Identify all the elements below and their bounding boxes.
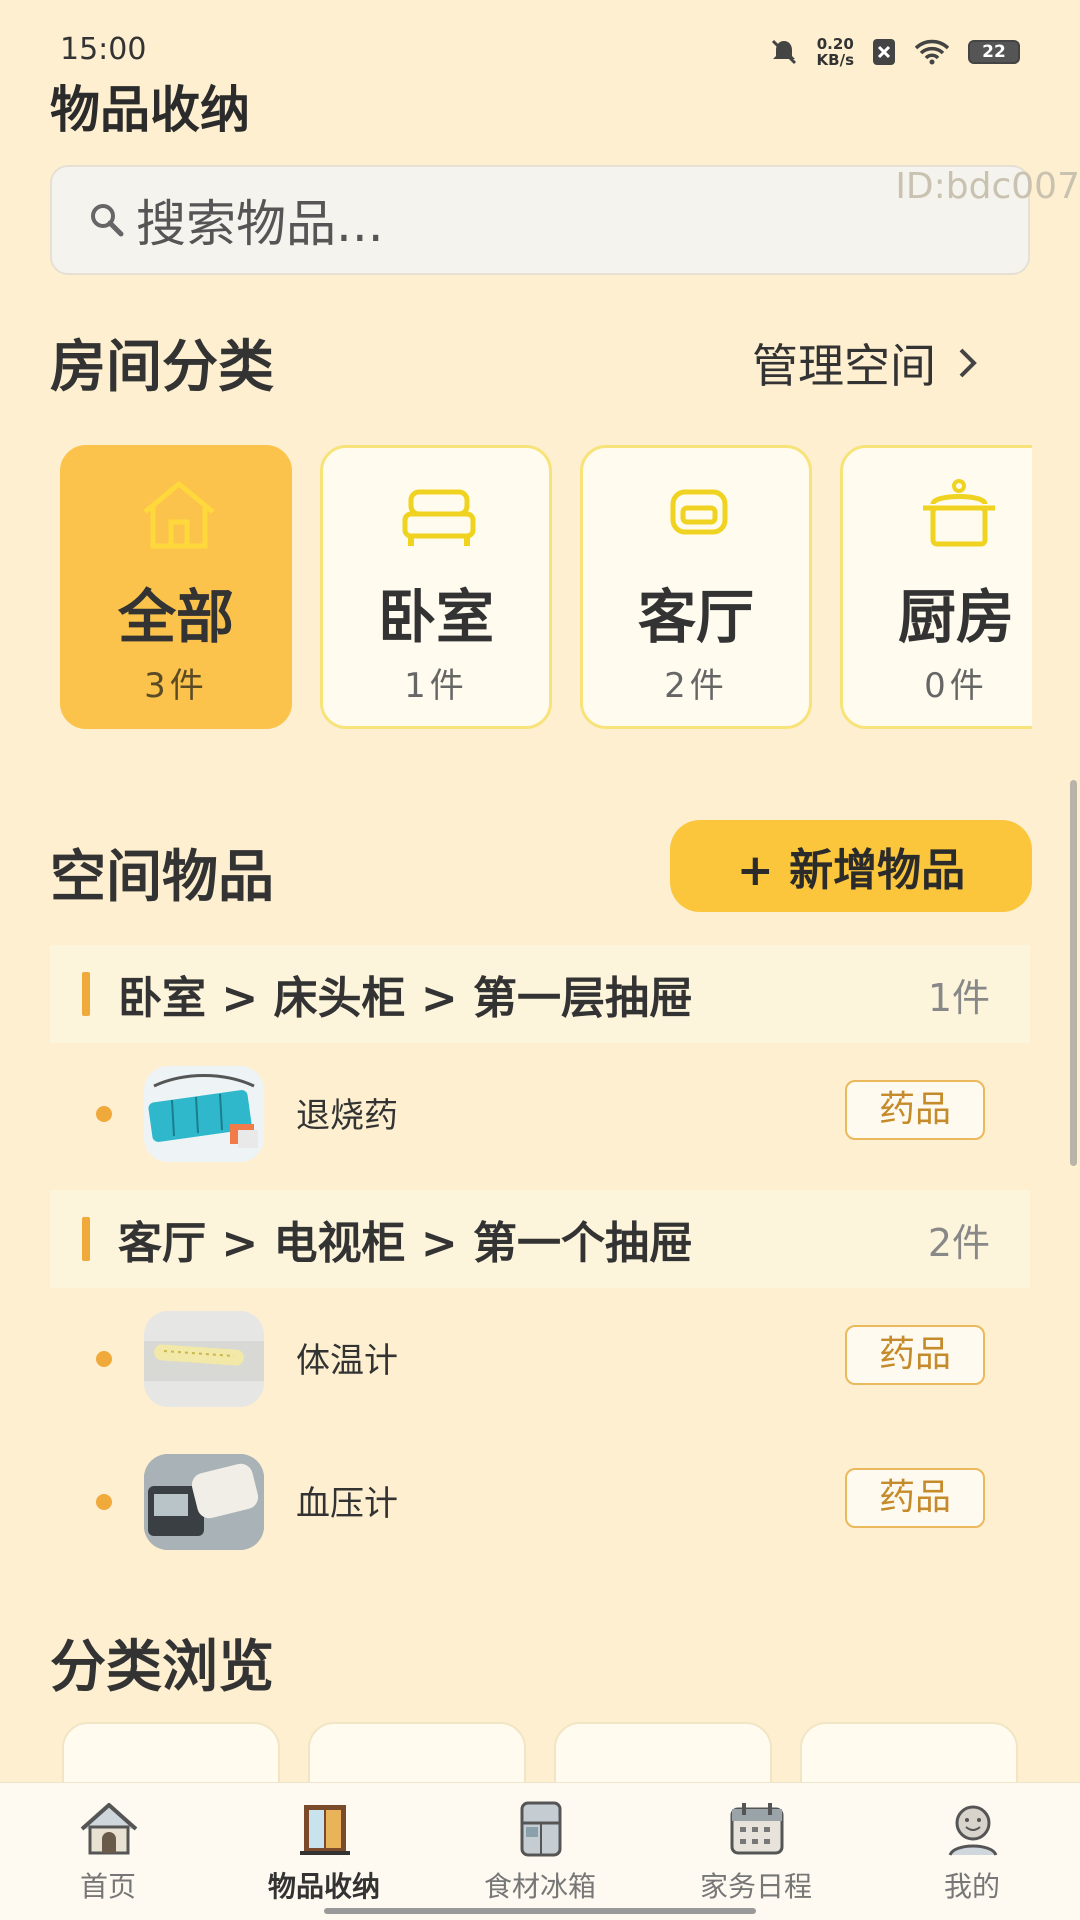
item-name: 血压计 (296, 1484, 398, 1524)
location-path: 客厅 > 电视柜 > 第一个抽屉 (118, 1218, 694, 1269)
item-category-tag: 药品 (845, 1468, 985, 1528)
nav-item-profile[interactable]: 我的 (864, 1783, 1080, 1920)
item-category-tag: 药品 (845, 1325, 985, 1385)
manage-spaces-link[interactable]: 管理空间 (752, 330, 980, 396)
rooms-section-title: 房间分类 (50, 335, 274, 400)
room-card-bedroom[interactable]: 卧室 1件 (320, 445, 552, 729)
room-count: 0件 (924, 666, 988, 706)
cabinet-icon (300, 1805, 350, 1855)
nav-item-storage[interactable]: 物品收纳 (216, 1783, 432, 1920)
item-thumbnail-thermometer (144, 1311, 264, 1407)
location-count: 1件 (927, 975, 990, 1020)
list-item[interactable]: 体温计 药品 (50, 1303, 1030, 1413)
room-name: 全部 (117, 583, 234, 651)
room-count: 2件 (664, 666, 728, 706)
calendar-icon (730, 1803, 784, 1855)
list-item[interactable]: 退烧药 药品 (50, 1058, 1030, 1168)
chevron-right-icon (959, 348, 977, 378)
wifi-icon (914, 39, 950, 65)
sim-off-icon (873, 39, 895, 65)
room-count: 1件 (404, 666, 468, 706)
page-title: 物品收纳 (50, 81, 250, 139)
nav-label: 物品收纳 (267, 1870, 380, 1903)
room-name: 厨房 (897, 583, 1014, 651)
item-thumbnail-pill-box (144, 1066, 264, 1162)
nav-label: 家务日程 (699, 1870, 812, 1903)
browse-section-title: 分类浏览 (50, 1635, 274, 1700)
home-indicator[interactable] (324, 1908, 756, 1914)
watermark-id: ID:bdc007 (895, 166, 1080, 207)
nav-item-schedule[interactable]: 家务日程 (648, 1783, 864, 1920)
room-name: 客厅 (637, 583, 754, 651)
location-count: 2件 (927, 1220, 990, 1265)
item-name: 体温计 (296, 1341, 398, 1381)
status-icons: 0.20 KB/s 22 (769, 36, 1020, 68)
item-thumbnail-blood-pressure-monitor (144, 1454, 264, 1550)
add-item-button[interactable]: + 新增物品 (670, 820, 1032, 912)
search-placeholder: 搜索物品... (136, 195, 384, 253)
bullet-dot (96, 1106, 112, 1122)
room-category-list: 全部 3件 卧室 1件 客厅 2件 厨房 0件 (60, 445, 1032, 735)
bullet-dot (96, 1351, 112, 1367)
fridge-icon (520, 1801, 562, 1857)
room-card-all[interactable]: 全部 3件 (60, 445, 292, 729)
house-icon (143, 481, 215, 549)
items-section-title: 空间物品 (50, 845, 274, 910)
group-accent-bar (82, 1217, 90, 1261)
scrollbar[interactable] (1070, 780, 1077, 1166)
room-count: 3件 (144, 666, 208, 706)
room-card-living-room[interactable]: 客厅 2件 (580, 445, 812, 729)
battery-indicator: 22 (968, 40, 1020, 64)
room-name: 卧室 (377, 583, 494, 651)
location-group-header[interactable]: 客厅 > 电视柜 > 第一个抽屉 2件 (50, 1190, 1030, 1288)
home-icon (80, 1803, 138, 1855)
item-category-tag: 药品 (845, 1080, 985, 1140)
list-item[interactable]: 血压计 药品 (50, 1446, 1030, 1556)
room-card-kitchen[interactable]: 厨房 0件 (840, 445, 1032, 729)
location-path: 卧室 > 床头柜 > 第一层抽屉 (118, 973, 694, 1024)
group-accent-bar (82, 972, 90, 1016)
bottom-navigation: 首页 物品收纳 食材冰箱 家务日程 我的 (0, 1782, 1080, 1920)
nav-item-fridge[interactable]: 食材冰箱 (432, 1783, 648, 1920)
item-name: 退烧药 (296, 1096, 398, 1136)
profile-icon (948, 1805, 998, 1856)
mute-icon (771, 39, 796, 65)
status-time: 15:00 (60, 32, 147, 67)
manage-spaces-label: 管理空间 (752, 339, 936, 393)
search-input[interactable]: 搜索物品... (50, 165, 1030, 275)
nav-label: 食材冰箱 (483, 1870, 596, 1903)
net-speed: 0.20 KB/s (816, 35, 854, 69)
bed-icon (402, 489, 476, 546)
nav-label: 我的 (943, 1870, 1000, 1903)
nav-item-home[interactable]: 首页 (0, 1783, 216, 1920)
pot-icon (923, 479, 995, 547)
location-group-header[interactable]: 卧室 > 床头柜 > 第一层抽屉 1件 (50, 945, 1030, 1043)
sofa-icon (670, 489, 728, 535)
nav-label: 首页 (79, 1870, 136, 1903)
search-icon (91, 204, 124, 237)
bullet-dot (96, 1494, 112, 1510)
